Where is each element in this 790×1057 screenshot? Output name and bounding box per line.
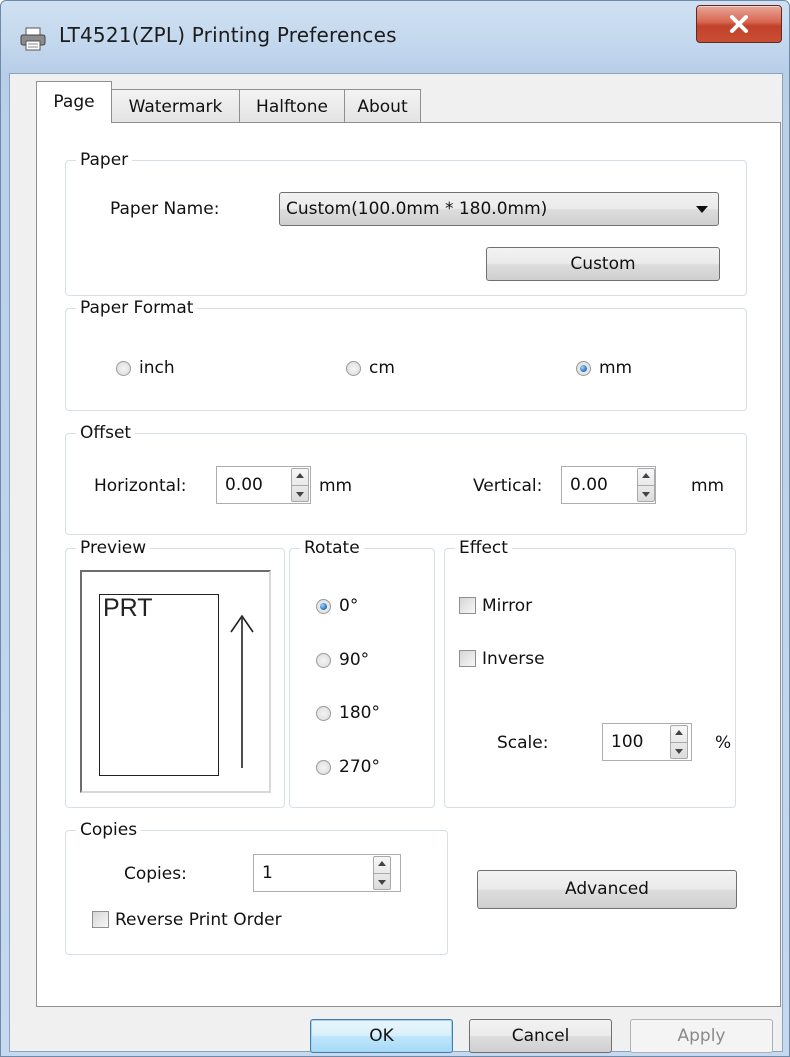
rotate-270-label: 270° [339,757,380,777]
preview-paper: PRT [99,594,219,776]
horizontal-offset-spinner[interactable] [291,468,309,502]
effect-group-label: Effect [455,537,512,559]
format-mm-radio[interactable] [576,361,591,376]
rotate-90-radio[interactable] [316,653,331,668]
close-icon [730,15,748,33]
spin-up-icon[interactable] [675,730,683,735]
effect-group: Effect Mirror Inverse Scale: 100 % [444,537,736,808]
copies-spinner[interactable] [373,856,391,890]
preview-text: PRT [103,594,153,622]
offset-group: Offset Horizontal: 0.00 mm Vertical: 0.0… [65,422,747,535]
preview-group: Preview PRT [65,537,285,808]
paper-name-select[interactable]: Custom(100.0mm * 180.0mm) [279,192,719,226]
rotate-270-radio[interactable] [316,760,331,775]
spin-up-icon[interactable] [642,473,650,478]
paper-format-group: Paper Format inch cm mm [65,297,747,411]
scale-unit: % [715,733,732,753]
tab-about-label: About [357,97,408,117]
custom-button-label: Custom [570,254,636,274]
rotate-90-label: 90° [339,650,370,670]
copies-group: Copies Copies: 1 Reverse Print Order [65,819,448,955]
paper-format-group-label: Paper Format [76,297,198,319]
copies-group-label: Copies [76,819,142,841]
custom-paper-button[interactable]: Custom [486,247,720,281]
rotate-180-radio[interactable] [316,706,331,721]
preview-group-label: Preview [76,537,151,559]
chevron-down-icon [696,206,708,213]
cancel-button-label: Cancel [511,1026,570,1046]
tab-halftone-label: Halftone [256,97,328,117]
printer-icon [19,27,47,51]
close-button[interactable] [696,5,782,43]
scale-value: 100 [611,732,644,752]
inverse-checkbox[interactable] [459,650,476,667]
tab-watermark-label: Watermark [128,97,223,117]
rotate-group-label: Rotate [300,537,364,559]
dialog-window: LT4521(ZPL) Printing Preferences Page Wa… [0,0,790,1057]
advanced-button-label: Advanced [565,879,649,899]
copies-label: Copies: [124,864,187,884]
tab-about[interactable]: About [344,89,421,123]
vertical-offset-value: 0.00 [570,475,608,495]
paper-group: Paper Paper Name: Custom(100.0mm * 180.0… [65,149,747,296]
vertical-offset-label: Vertical: [473,476,543,496]
mirror-checkbox[interactable] [459,597,476,614]
spin-up-icon[interactable] [296,473,304,478]
dialog-client: Page Watermark Halftone About Paper Pape… [9,73,783,1053]
format-inch-radio[interactable] [116,361,131,376]
spin-down-icon[interactable] [675,749,683,754]
offset-group-label: Offset [76,422,136,444]
paper-name-value: Custom(100.0mm * 180.0mm) [286,199,548,219]
tab-halftone[interactable]: Halftone [239,89,345,123]
spin-down-icon[interactable] [378,880,386,885]
copies-value: 1 [262,863,273,883]
scale-label: Scale: [497,733,549,753]
horizontal-offset-value: 0.00 [225,475,263,495]
scale-spinner[interactable] [670,725,688,759]
tab-page[interactable]: Page [36,81,112,123]
rotate-0-label: 0° [339,596,359,616]
advanced-button[interactable]: Advanced [477,870,737,909]
reverse-print-order-label: Reverse Print Order [115,910,282,930]
format-mm-label: mm [599,358,633,378]
format-cm-radio[interactable] [346,361,361,376]
format-inch-label: inch [139,358,175,378]
orientation-arrow-icon [230,614,254,768]
paper-name-label: Paper Name: [110,199,220,219]
tab-watermark[interactable]: Watermark [111,89,240,123]
apply-button-label: Apply [677,1026,726,1046]
spin-up-icon[interactable] [378,861,386,866]
format-cm-label: cm [369,358,395,378]
spin-down-icon[interactable] [642,492,650,497]
page-tab-panel: Paper Paper Name: Custom(100.0mm * 180.0… [36,122,781,1007]
preview-area: PRT [80,570,271,793]
mirror-label: Mirror [482,596,533,616]
rotate-0-radio[interactable] [316,599,331,614]
paper-group-label: Paper [76,149,133,171]
reverse-print-order-checkbox[interactable] [92,911,109,928]
horizontal-offset-label: Horizontal: [94,476,187,496]
horizontal-offset-unit: mm [319,476,353,496]
ok-button[interactable]: OK [310,1019,453,1053]
apply-button[interactable]: Apply [630,1019,773,1053]
window-title: LT4521(ZPL) Printing Preferences [59,23,397,47]
ok-button-label: OK [369,1026,394,1046]
rotate-180-label: 180° [339,703,380,723]
rotate-group: Rotate 0° 90° 180° 270° [289,537,435,808]
cancel-button[interactable]: Cancel [469,1019,612,1053]
vertical-offset-spinner[interactable] [637,468,655,502]
tab-page-label: Page [53,92,95,112]
vertical-offset-unit: mm [691,476,725,496]
inverse-label: Inverse [482,649,545,669]
title-bar[interactable]: LT4521(ZPL) Printing Preferences [1,1,789,73]
spin-down-icon[interactable] [296,492,304,497]
